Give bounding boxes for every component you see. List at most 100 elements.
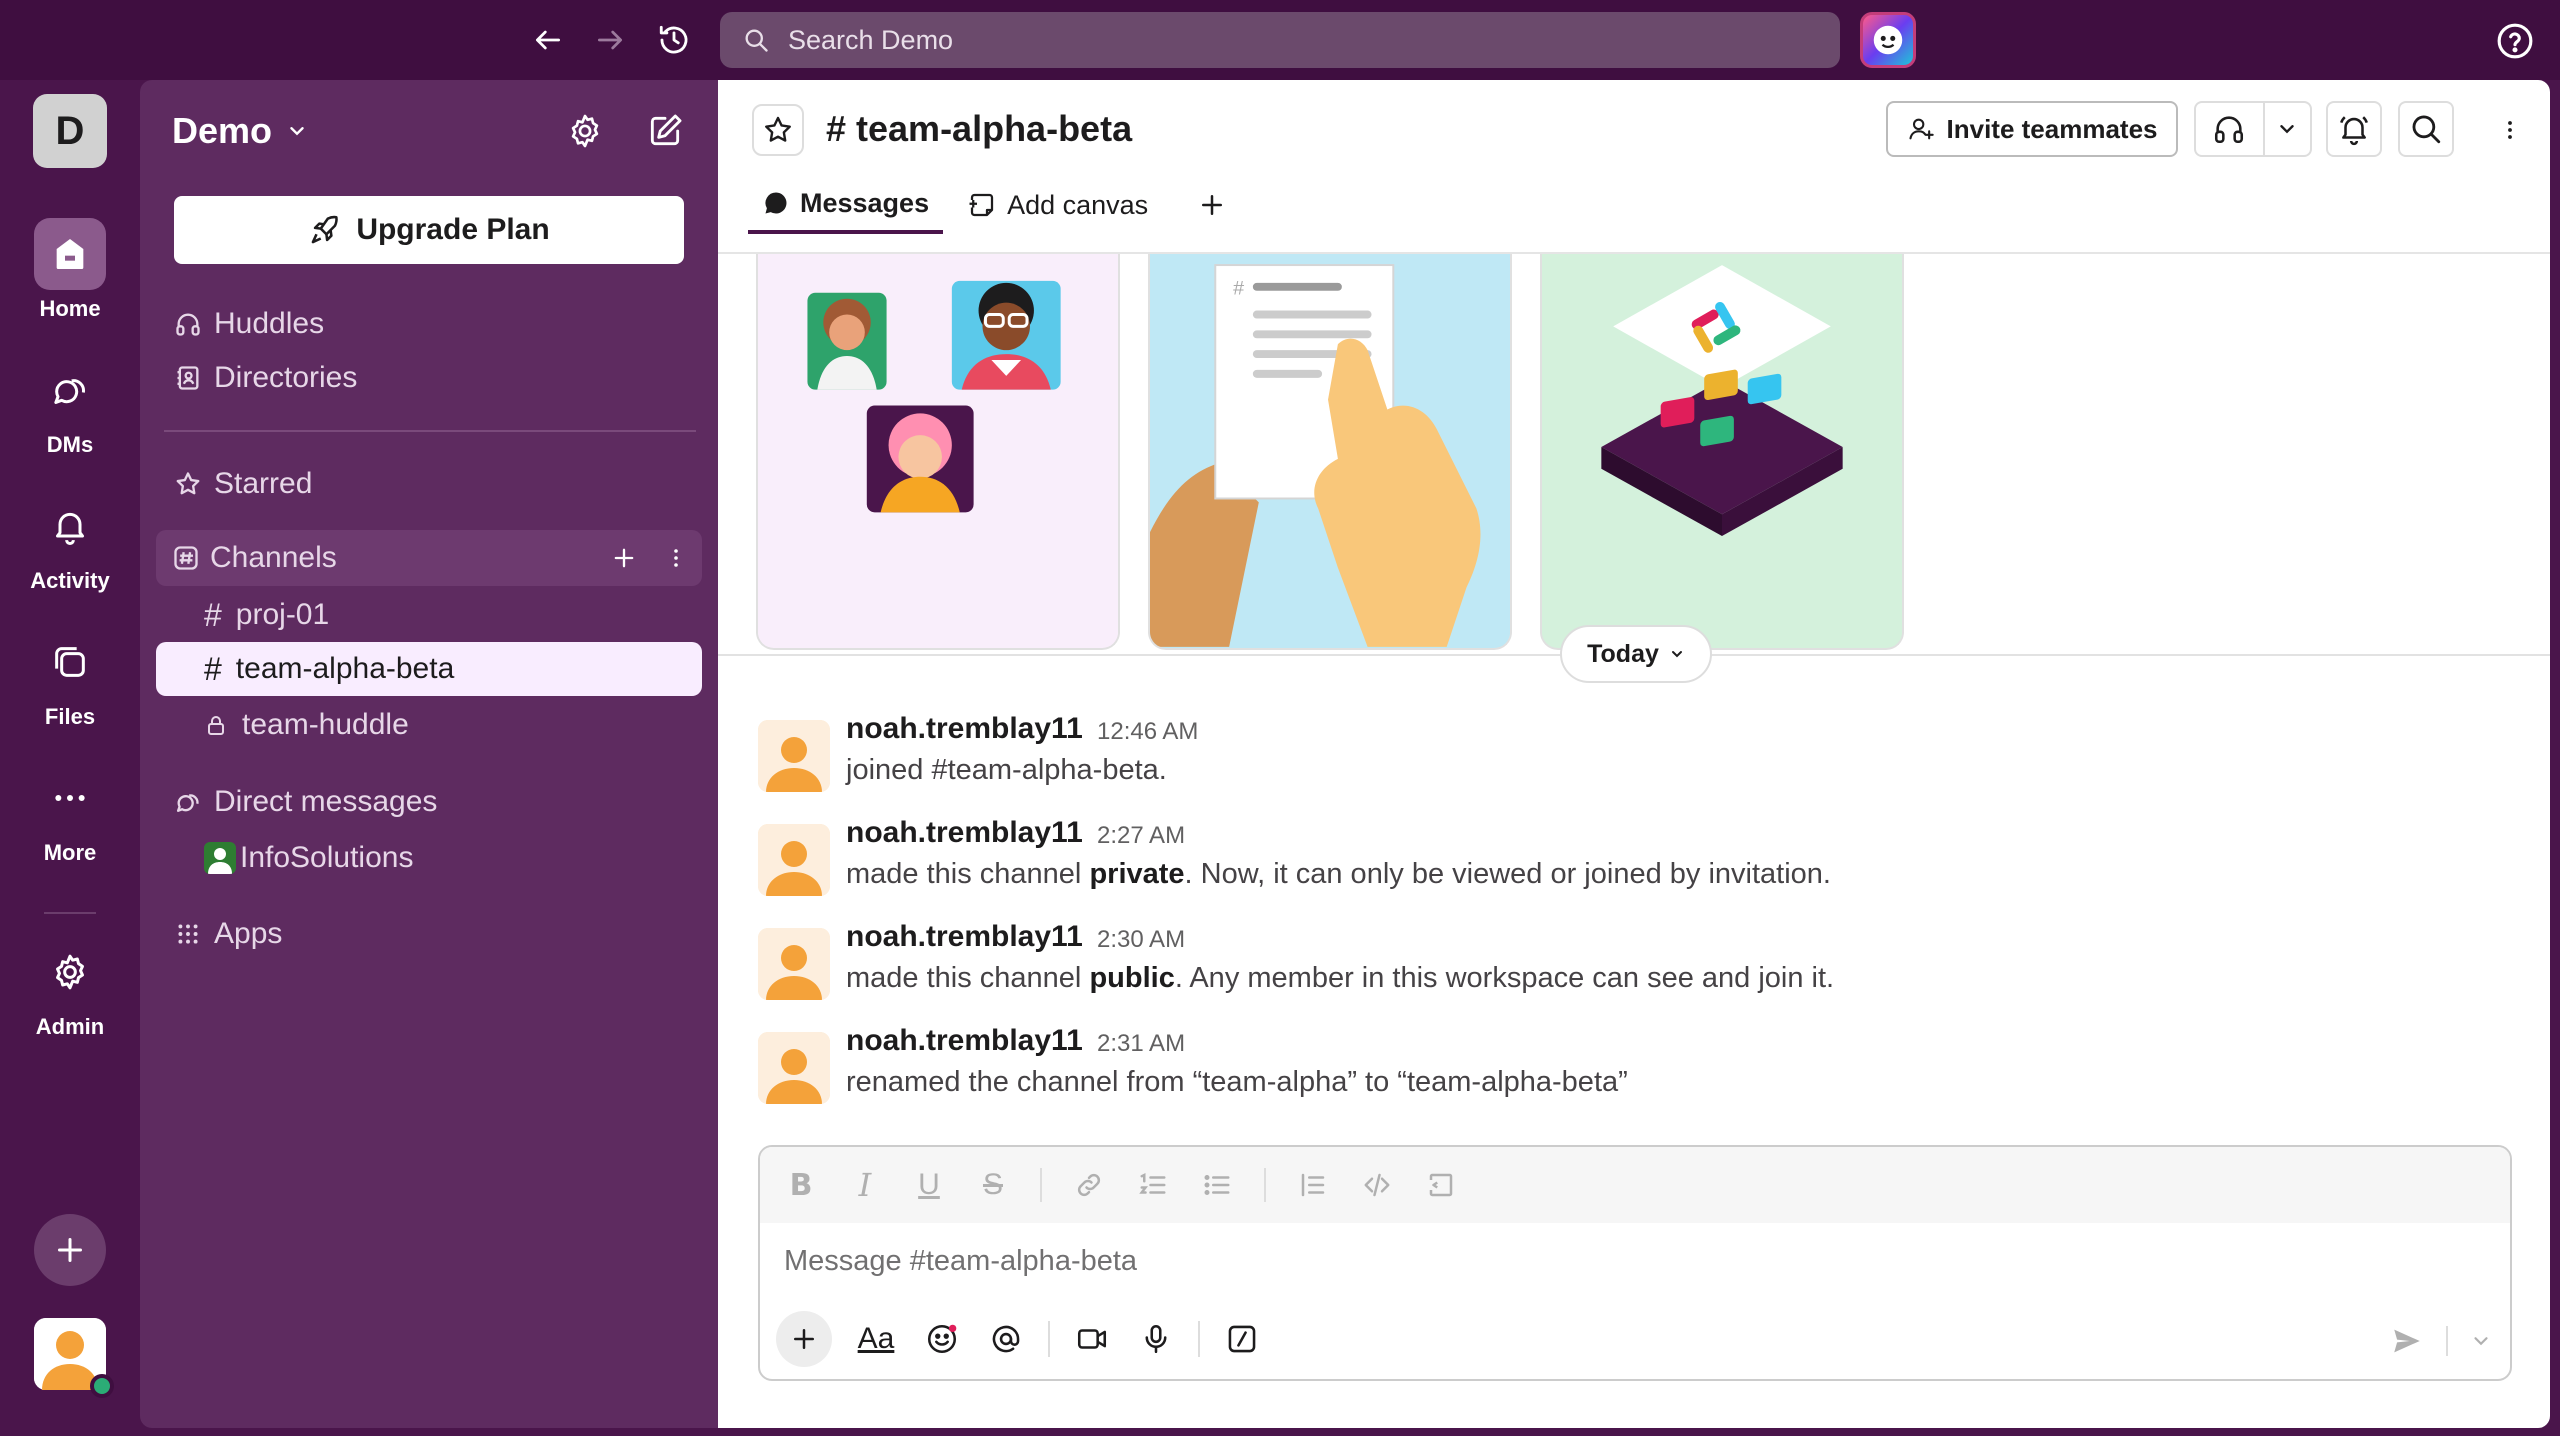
notifications-bell-icon[interactable] — [2326, 101, 2382, 157]
back-arrow-icon[interactable] — [526, 18, 570, 62]
history-icon[interactable] — [652, 18, 696, 62]
rail-home[interactable]: Home — [0, 218, 140, 322]
strikethrough-icon[interactable]: S — [976, 1168, 1010, 1202]
hash-icon: # — [204, 650, 222, 687]
channel-tabs: Messages Add canvas — [748, 176, 1242, 234]
message-author[interactable]: noah.tremblay11 — [846, 816, 1083, 850]
illustration-card-apps[interactable] — [1540, 254, 1904, 650]
search-channel-icon[interactable] — [2398, 101, 2454, 157]
text-format-icon[interactable]: Aa — [852, 1317, 900, 1361]
message-author[interactable]: noah.tremblay11 — [846, 920, 1083, 954]
message-timestamp[interactable]: 12:46 AM — [1097, 718, 1198, 746]
code-icon[interactable] — [1360, 1168, 1394, 1202]
user-avatar[interactable] — [34, 1318, 114, 1398]
channel-title[interactable]: # team-alpha-beta — [826, 108, 1132, 150]
rail-admin[interactable]: Admin — [0, 936, 140, 1040]
forward-arrow-icon[interactable] — [588, 18, 632, 62]
channels-label: Channels — [210, 541, 337, 574]
help-icon[interactable] — [2494, 20, 2536, 62]
sidebar-item-starred[interactable]: Starred — [172, 458, 312, 510]
italic-icon[interactable]: I — [848, 1166, 882, 1204]
invite-label: Invite teammates — [1946, 113, 2158, 144]
add-channel-icon[interactable] — [610, 544, 638, 572]
send-icon[interactable] — [2390, 1324, 2424, 1358]
upgrade-plan-button[interactable]: Upgrade Plan — [174, 196, 684, 264]
huddle-options-chevron-icon[interactable] — [2265, 103, 2310, 155]
bold-icon[interactable]: B — [784, 1168, 818, 1203]
dm-item-infosolutions[interactable]: InfoSolutions — [204, 832, 413, 884]
illustration-card-people[interactable] — [756, 254, 1120, 650]
tab-messages-label: Messages — [800, 187, 930, 218]
channel-header: # team-alpha-beta Invite teammates — [718, 80, 2550, 176]
microphone-icon[interactable] — [1134, 1317, 1178, 1361]
message-item[interactable]: noah.tremblay11 2:31 AM renamed the chan… — [758, 1024, 2518, 1124]
huddle-button-group — [2194, 101, 2312, 157]
apps-grid-icon — [172, 921, 204, 947]
schedule-chevron-icon[interactable] — [2470, 1330, 2492, 1352]
star-channel-icon[interactable] — [752, 104, 804, 156]
tab-messages[interactable]: Messages — [748, 176, 944, 234]
send-separator — [2446, 1326, 2448, 1356]
illustration-card-document[interactable]: # — [1148, 254, 1512, 650]
date-jump-button[interactable]: Today — [1560, 625, 1712, 683]
message-author[interactable]: noah.tremblay11 — [846, 1024, 1083, 1058]
rail-more[interactable]: More — [0, 762, 140, 866]
message-input[interactable]: Message #team-alpha-beta — [784, 1245, 1137, 1278]
video-clip-icon[interactable] — [1070, 1317, 1114, 1361]
formatting-toolbar: B I U S — [760, 1147, 2510, 1223]
bulleted-list-icon[interactable] — [1200, 1168, 1234, 1202]
rail-dms-label: DMs — [46, 432, 94, 457]
sidebar-item-direct-messages[interactable]: Direct messages — [172, 776, 437, 828]
dm-avatar — [204, 842, 236, 874]
message-author[interactable]: noah.tremblay11 — [846, 712, 1083, 746]
channel-item-team-huddle[interactable]: team-huddle — [156, 698, 702, 752]
sidebar-item-apps[interactable]: Apps — [172, 908, 282, 960]
svg-text:#: # — [1233, 278, 1244, 300]
message-timestamp[interactable]: 2:27 AM — [1097, 822, 1185, 850]
channel-more-icon[interactable] — [2488, 104, 2532, 156]
message-item[interactable]: noah.tremblay11 2:27 AM made this channe… — [758, 816, 2518, 916]
rail-files[interactable]: Files — [0, 626, 140, 730]
mention-icon[interactable] — [984, 1317, 1028, 1361]
workspace-switcher[interactable]: Demo — [172, 110, 308, 152]
user-avatar[interactable] — [758, 1032, 830, 1104]
user-avatar[interactable] — [758, 824, 830, 896]
user-avatar[interactable] — [758, 928, 830, 1000]
gear-icon — [34, 936, 106, 1008]
user-avatar[interactable] — [758, 720, 830, 792]
channels-section-header[interactable]: Channels — [156, 530, 702, 586]
attach-plus-icon[interactable] — [776, 1311, 832, 1367]
compose-icon[interactable] — [640, 106, 690, 156]
link-icon[interactable] — [1072, 1168, 1106, 1202]
workspace-avatar[interactable]: D — [33, 94, 107, 168]
code-block-icon[interactable] — [1424, 1168, 1458, 1202]
add-workspace-button[interactable] — [34, 1214, 106, 1286]
sidebar-item-huddles[interactable]: Huddles — [172, 298, 324, 350]
sidebar-item-label: Apps — [214, 917, 283, 950]
ai-assistant-icon[interactable] — [1860, 12, 1916, 68]
message-timestamp[interactable]: 2:30 AM — [1097, 926, 1185, 954]
search-input[interactable]: Search Demo — [720, 12, 1840, 68]
rail-activity[interactable]: Activity — [0, 490, 140, 594]
underline-icon[interactable]: U — [912, 1168, 946, 1202]
channel-item-proj-01[interactable]: # proj-01 — [156, 588, 702, 642]
slash-command-icon[interactable] — [1220, 1317, 1264, 1361]
message-item[interactable]: noah.tremblay11 2:30 AM made this channe… — [758, 920, 2518, 1020]
channel-item-team-alpha-beta[interactable]: # team-alpha-beta — [156, 642, 702, 696]
settings-gear-icon[interactable] — [560, 106, 610, 156]
message-timestamp[interactable]: 2:31 AM — [1097, 1030, 1185, 1058]
message-item[interactable]: noah.tremblay11 12:46 AM joined #team-al… — [758, 712, 2518, 812]
sidebar-item-directories[interactable]: Directories — [172, 352, 357, 404]
huddle-headphones-icon[interactable] — [2196, 103, 2265, 155]
blockquote-icon[interactable] — [1296, 1168, 1330, 1202]
add-tab-icon[interactable] — [1182, 176, 1242, 234]
rail-dms[interactable]: DMs — [0, 354, 140, 458]
emoji-icon[interactable] — [920, 1317, 964, 1361]
upgrade-plan-label: Upgrade Plan — [356, 213, 550, 246]
tab-add-canvas[interactable]: Add canvas — [953, 176, 1162, 234]
message-text: made this channel private. Now, it can o… — [846, 858, 1831, 891]
ordered-list-icon[interactable] — [1136, 1168, 1170, 1202]
channels-more-icon[interactable] — [664, 544, 688, 572]
invite-teammates-button[interactable]: Invite teammates — [1886, 101, 2178, 157]
sidebar-item-label: Direct messages — [214, 785, 438, 818]
